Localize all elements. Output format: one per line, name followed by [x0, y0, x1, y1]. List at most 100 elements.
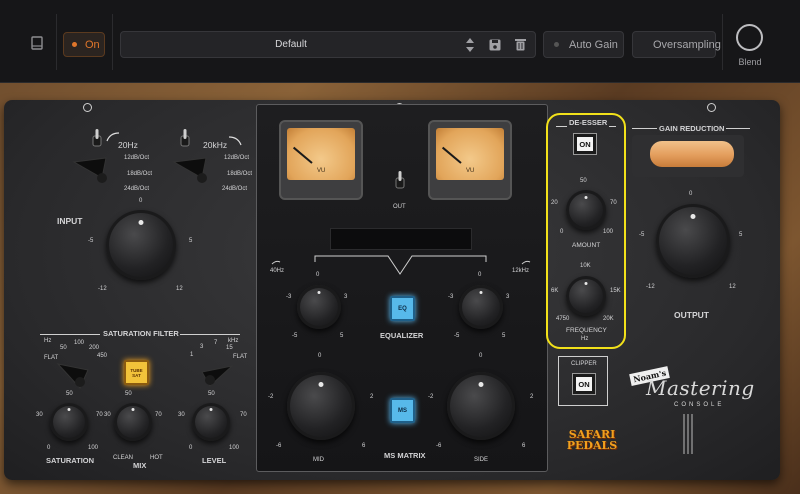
divider: [56, 14, 57, 70]
output-scale-max: 12: [729, 284, 736, 290]
mid-scale-top: 0: [318, 353, 322, 359]
lp-filter-toggle[interactable]: [180, 128, 190, 148]
level-scale-max: 100: [229, 445, 240, 451]
mix-scale-top: 50: [125, 391, 132, 397]
sat-hz-100: 100: [74, 340, 85, 346]
ms-button-label: MS: [398, 407, 407, 414]
eq-low-scale-right: 3: [344, 294, 348, 300]
vu-label: VU: [466, 168, 475, 174]
power-led-icon: [72, 42, 77, 47]
sat-scale-top: 50: [66, 391, 73, 397]
plugin-header: On Default Auto Gain Oversampling Blend: [0, 0, 800, 83]
sat-hz-450: 450: [97, 353, 108, 359]
clipper-on-button[interactable]: ON: [572, 373, 596, 395]
hp-freq-label: 20Hz: [118, 140, 138, 150]
blend-knob[interactable]: [736, 24, 763, 51]
hp-slope-12: 12dB/Oct: [124, 155, 150, 161]
saturation-knob[interactable]: [50, 403, 88, 441]
mid-knob[interactable]: [287, 372, 355, 440]
hot-label: HOT: [150, 455, 163, 461]
sat-hp-selector[interactable]: [56, 360, 90, 390]
sat-hz-unit: Hz: [44, 338, 52, 344]
side-scale-max: 6: [522, 443, 526, 449]
sat-hz-200: 200: [89, 345, 100, 351]
mix-knob[interactable]: [114, 403, 152, 441]
eq-button[interactable]: EQ: [390, 296, 415, 321]
eq-low-scale-max: 5: [340, 333, 344, 339]
level-label: LEVEL: [202, 456, 227, 465]
clipper-on-label: ON: [578, 379, 590, 389]
eq-high-scale-top: 0: [478, 272, 482, 278]
preset-selector[interactable]: Default: [120, 31, 536, 58]
sat-filter-bracket: [180, 334, 240, 335]
lp-slope-selector[interactable]: [172, 156, 210, 186]
screw-icon: [83, 103, 92, 112]
input-scale-min: -12: [98, 286, 107, 292]
output-scale-left: -5: [639, 232, 645, 238]
output-knob[interactable]: [656, 204, 730, 278]
sat-scale-left: 30: [36, 412, 43, 418]
tube-sat-button[interactable]: TUBE SAT: [124, 360, 149, 385]
level-scale-top: 50: [208, 391, 215, 397]
preset-name: Default: [275, 39, 307, 50]
preset-up-down-icon[interactable]: [464, 35, 476, 55]
center-slot: [330, 228, 472, 250]
clean-label: CLEAN: [113, 455, 134, 461]
sat-khz-15: 15: [226, 345, 233, 351]
vu-needle: [441, 146, 462, 164]
oversampling-button[interactable]: Oversampling: [632, 31, 721, 58]
ms-matrix-label: MS MATRIX: [384, 451, 426, 460]
maker-line2: PEDALS: [566, 439, 618, 452]
sat-scale-max: 100: [88, 445, 99, 451]
eq-high-scale-min: -5: [454, 333, 460, 339]
sat-khz-unit: kHz: [228, 338, 239, 344]
level-scale-min: 0: [189, 445, 193, 451]
mid-scale-max: 6: [362, 443, 366, 449]
book-icon[interactable]: [31, 36, 43, 50]
trash-icon[interactable]: [515, 38, 526, 51]
level-knob[interactable]: [192, 403, 230, 441]
eq-low-freq: 40Hz: [270, 268, 285, 274]
sat-lp-selector[interactable]: [200, 362, 234, 388]
power-label: On: [85, 38, 100, 51]
side-scale-right: 2: [530, 394, 534, 400]
blend-label: Blend: [738, 57, 762, 67]
input-scale-left: -5: [88, 238, 94, 244]
eq-high-knob[interactable]: [459, 285, 503, 329]
out-label: OUT: [393, 204, 406, 210]
oversampling-label: Oversampling: [653, 38, 721, 51]
lp-slope-12: 12dB/Oct: [224, 155, 250, 161]
side-knob[interactable]: [447, 372, 515, 440]
eq-bracket: [271, 255, 531, 275]
vu-meter-face: VU: [436, 128, 504, 180]
auto-gain-button[interactable]: Auto Gain: [543, 31, 624, 58]
side-scale-top: 0: [479, 353, 483, 359]
gain-reduction-meter: [632, 135, 744, 177]
vu-meter-face: VU: [287, 128, 355, 180]
save-icon[interactable]: [489, 39, 501, 51]
eq-low-scale-left: -3: [286, 294, 292, 300]
eq-low-knob[interactable]: [297, 285, 341, 329]
sat-scale-right: 70: [96, 412, 103, 418]
hp-filter-toggle[interactable]: [92, 128, 102, 148]
tube-sat-label: TUBE SAT: [130, 367, 143, 378]
lp-slope-24: 24dB/Oct: [222, 186, 248, 192]
divider: [112, 14, 113, 70]
input-scale-max: 12: [176, 286, 183, 292]
output-scale-right: 5: [739, 232, 743, 238]
clipper-box: CLIPPER ON: [558, 356, 608, 406]
side-scale-min: -6: [436, 443, 442, 449]
hp-slope-24: 24dB/Oct: [124, 186, 150, 192]
divider: [722, 14, 723, 70]
ms-button[interactable]: MS: [390, 398, 415, 423]
sat-khz-flat: FLAT: [233, 354, 248, 360]
brand-logo: Noam's Mastering CONSOLE: [629, 366, 758, 414]
deesser-highlight-outline: [546, 113, 626, 349]
out-toggle[interactable]: [395, 170, 405, 190]
equalizer-label: EQUALIZER: [380, 331, 424, 340]
vu-label: VU: [317, 168, 326, 174]
power-button[interactable]: On: [63, 32, 105, 57]
hp-slope-selector[interactable]: [72, 156, 110, 186]
eq-button-label: EQ: [398, 305, 407, 312]
input-knob[interactable]: [106, 210, 176, 280]
